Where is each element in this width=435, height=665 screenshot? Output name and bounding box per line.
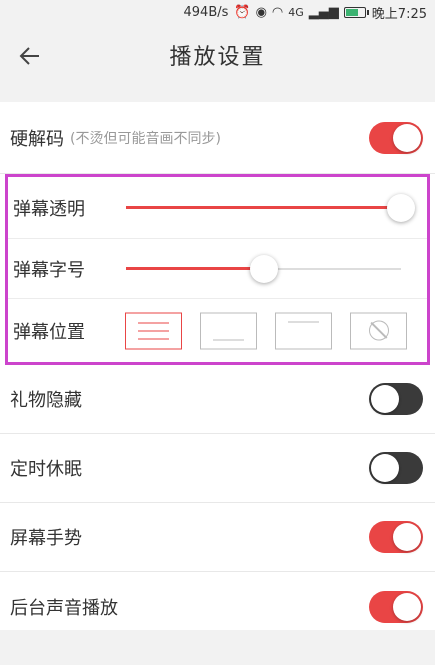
clock: 晚上7:25 xyxy=(371,6,427,22)
danmu-font-size-slider[interactable] xyxy=(126,254,401,284)
slider-thumb[interactable] xyxy=(387,193,415,222)
app-header: 播放设置 xyxy=(0,24,435,86)
position-full-button[interactable] xyxy=(125,312,182,349)
no-entry-icon xyxy=(368,320,389,341)
setting-label: 屏幕手势 xyxy=(10,528,82,549)
setting-label: 后台声音播放 xyxy=(10,597,118,619)
screen-gesture-toggle[interactable] xyxy=(369,521,423,553)
sleep-timer-toggle[interactable] xyxy=(369,452,423,484)
hard-decode-toggle[interactable] xyxy=(369,121,423,154)
slider-fill xyxy=(126,266,264,270)
setting-label: 礼物隐藏 xyxy=(10,390,82,411)
setting-label: 定时休眠 xyxy=(10,459,82,480)
settings-list: 硬解码 (不烫但可能音画不同步) 弹幕透明 弹幕字号 弹幕位置 礼物隐藏 定时休… xyxy=(0,102,435,641)
status-bar: 494B/s ⏰ ◉ ◠ 4G ▂▄▆ 晚上7:25 xyxy=(0,0,435,24)
network-speed: 494B/s xyxy=(183,4,229,20)
slider-fill xyxy=(126,205,401,209)
position-off-button[interactable] xyxy=(350,312,407,349)
slider-thumb[interactable] xyxy=(249,254,278,283)
battery-icon xyxy=(343,6,369,18)
setting-label: 弹幕位置 xyxy=(13,321,85,343)
network-type: 4G xyxy=(288,5,304,19)
toggle-knob xyxy=(371,454,399,482)
setting-hint: (不烫但可能音画不同步) xyxy=(70,130,221,147)
background-audio-toggle[interactable] xyxy=(369,590,423,623)
danmu-opacity-slider[interactable] xyxy=(126,193,415,223)
toggle-knob xyxy=(393,523,421,551)
signal-icon: ▂▄▆ xyxy=(308,4,339,20)
setting-screen-gesture: 屏幕手势 xyxy=(0,503,435,572)
hide-gifts-toggle[interactable] xyxy=(369,383,423,415)
setting-label: 弹幕透明 xyxy=(13,198,85,220)
toggle-knob xyxy=(393,123,421,152)
position-top-button[interactable] xyxy=(275,312,332,349)
setting-danmu-opacity: 弹幕透明 xyxy=(8,177,427,239)
setting-danmu-font-size: 弹幕字号 xyxy=(8,239,427,299)
setting-label: 硬解码 xyxy=(10,128,64,150)
position-bottom-button[interactable] xyxy=(200,312,257,349)
status-icons: ⏰ ◉ ◠ 4G ▂▄▆ xyxy=(234,4,369,20)
arrow-left-icon xyxy=(19,47,39,65)
setting-hide-gifts: 礼物隐藏 xyxy=(0,365,435,434)
setting-label: 弹幕字号 xyxy=(13,259,85,281)
danmu-position-options xyxy=(125,312,407,349)
eye-icon: ◉ xyxy=(255,4,267,20)
danmu-settings-highlight: 弹幕透明 弹幕字号 弹幕位置 xyxy=(5,174,430,365)
setting-hard-decode: 硬解码 (不烫但可能音画不同步) xyxy=(0,102,435,174)
wifi-icon: ◠ xyxy=(271,4,284,20)
back-button[interactable] xyxy=(14,40,46,72)
toggle-knob xyxy=(393,592,421,621)
toggle-knob xyxy=(371,385,399,413)
setting-danmu-position: 弹幕位置 xyxy=(8,299,427,362)
page-bottom xyxy=(0,630,435,665)
alarm-icon: ⏰ xyxy=(234,4,251,20)
setting-sleep-timer: 定时休眠 xyxy=(0,434,435,503)
page-title: 播放设置 xyxy=(169,45,266,70)
